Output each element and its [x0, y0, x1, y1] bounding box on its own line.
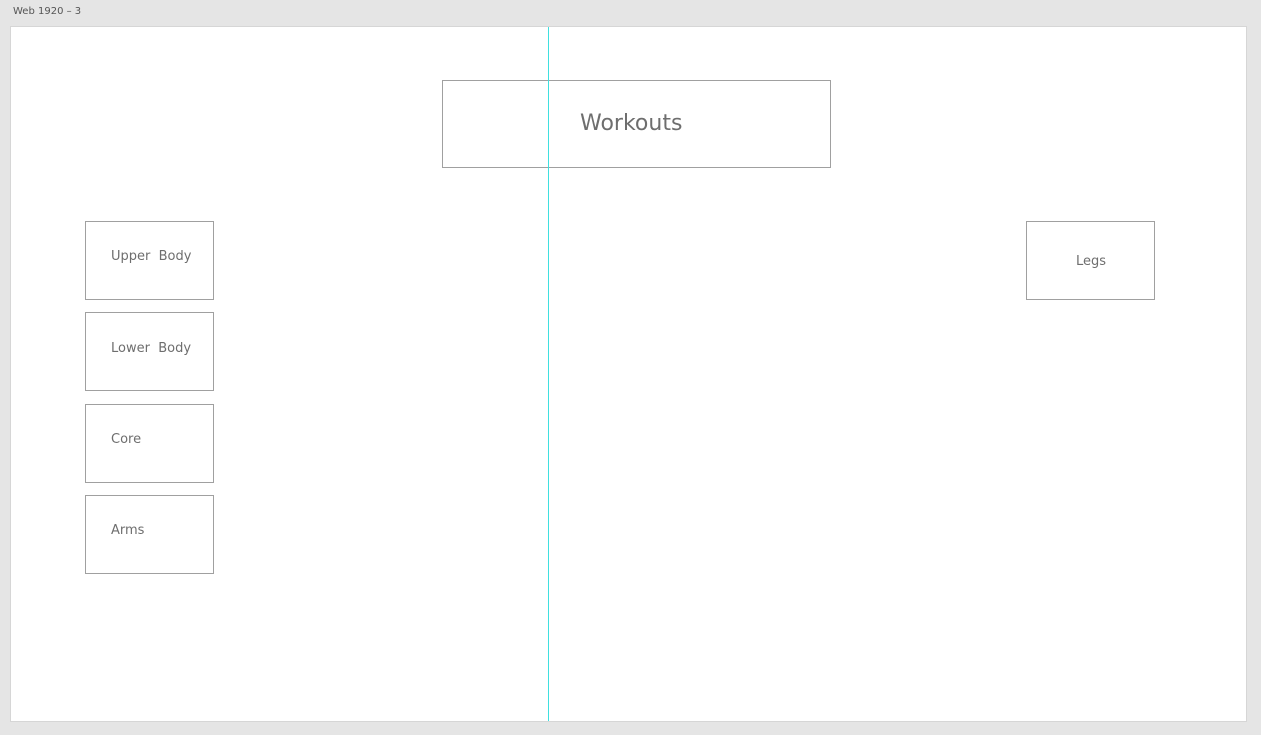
- legs-label: Legs: [1076, 254, 1107, 269]
- core-button[interactable]: Core: [85, 404, 214, 483]
- vertical-guide-line[interactable]: [548, 27, 549, 721]
- lower-body-label: Lower Body: [111, 341, 192, 356]
- artboard-name[interactable]: Web 1920 – 3: [13, 5, 81, 19]
- workouts-title-text: Workouts: [580, 111, 683, 136]
- upper-body-button[interactable]: Upper Body: [85, 221, 214, 300]
- arms-label: Arms: [111, 523, 145, 538]
- artboard: Workouts Upper Body Lower Body Core Arms…: [10, 26, 1247, 722]
- core-label: Core: [111, 432, 142, 447]
- legs-button[interactable]: Legs: [1026, 221, 1155, 300]
- arms-button[interactable]: Arms: [85, 495, 214, 574]
- lower-body-button[interactable]: Lower Body: [85, 312, 214, 391]
- workouts-title-box[interactable]: Workouts: [442, 80, 831, 168]
- upper-body-label: Upper Body: [111, 249, 192, 264]
